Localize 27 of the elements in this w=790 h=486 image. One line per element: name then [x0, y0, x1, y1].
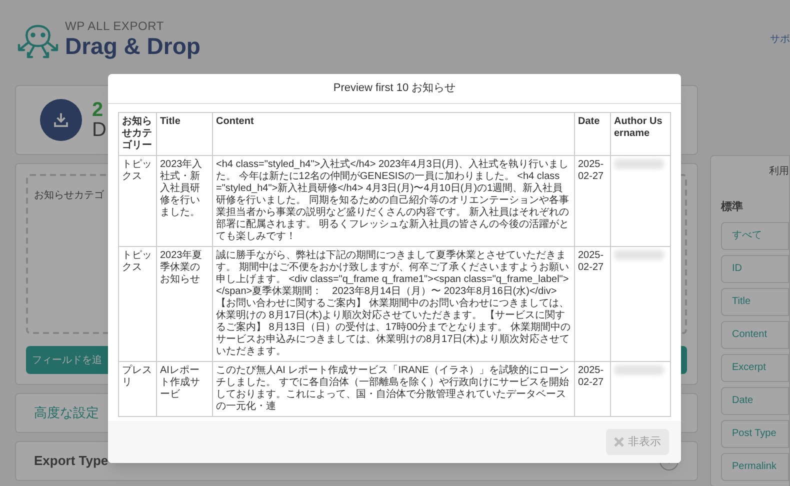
table-cell: このたび無人AI レポート作成サービス「IRANE（イラネ）」を試験的にローンチしました。 すでに各自治体（一部離島を除く）や行政向けにサービスを開始しております。これによって、国・自治体で分散管理されていたデータベースの一元化・連: [212, 362, 574, 416]
table-cell: 2023年夏季休業のお知らせ: [156, 246, 212, 362]
column-header: Title: [156, 112, 212, 156]
table-cell: AIレポート作成サービ: [156, 362, 212, 416]
dialog-title: Preview first 10 お知らせ: [333, 81, 456, 96]
summary-label: D: [92, 120, 106, 140]
brand-name: WP ALL EXPORT: [65, 20, 166, 32]
field-label: お知らせカテゴ: [34, 190, 104, 201]
app-title: Drag & Drop: [65, 35, 200, 58]
table-cell: 2025-02-27: [574, 156, 610, 246]
table-cell: 2023年入社式・新入社員研修を行いました。: [156, 156, 212, 246]
summary-count: 2: [92, 100, 104, 120]
column-header: Author Username: [610, 112, 670, 156]
section-title: Export Type: [34, 452, 108, 470]
table-cell: トピックス: [118, 156, 156, 246]
section-title: 高度な設定: [34, 404, 99, 422]
table-cell: プレスリ: [118, 362, 156, 416]
table-cell: 2025-02-27: [574, 246, 610, 362]
table-cell: <h4 class="styled_h4">入社式</h4> 2023年4月3日(月)、入社式を執り行いました。 今年は新たに12名の仲間がGENESISの一員に加わりました。 <h4 class="styled_h4">新入社員研修</h4> 4月3日(月)〜4月10日(月)の1週間、新入社員研修を行いました。 同期を知るための自己紹介等のオリエンテーションや各事業担当者から事業の説明など盛りだくさんの内容です。 新入社員はそれぞれの部署に配属されます。 明るくフレッシュな新入社員の皆さんの今後の活躍がとても楽しみです！: [212, 156, 574, 246]
table-cell: 2025-02-27: [574, 362, 610, 416]
column-header: お知らせカテゴリー: [118, 112, 156, 156]
table-cell: 誠に勝手ながら、弊社は下記の期間につきまして夏季休業とさせていただきます。 期間中はご不便をおかけ致しますが、何卒ご了承くださいますようお願い申し上げます。 <div class="q_frame q_frame1"><span class="q_frame_label"></span>夏季休業期間： 2023年8月14日（月）〜 2023年8月16日(水)</div> 【お問い合わせに関するご案内】 休業期間中のお問い合わせにつきましては、休業明けの 8月17日(木)より順次対応させていただきます。 【サービスに関するご案内】 8月13日（日）の受付は、17時00分までとなります。 休業期間中のサービスお申込みにつきましては、休業明けの8月17日(木)より順次対応させていただきます。: [212, 246, 574, 362]
column-header: Date: [574, 112, 610, 156]
column-header: Content: [212, 112, 574, 156]
table-cell: トピックス: [118, 246, 156, 362]
sidebar-group: 標準: [721, 199, 789, 216]
sidebar-header: 利用: [768, 164, 789, 179]
